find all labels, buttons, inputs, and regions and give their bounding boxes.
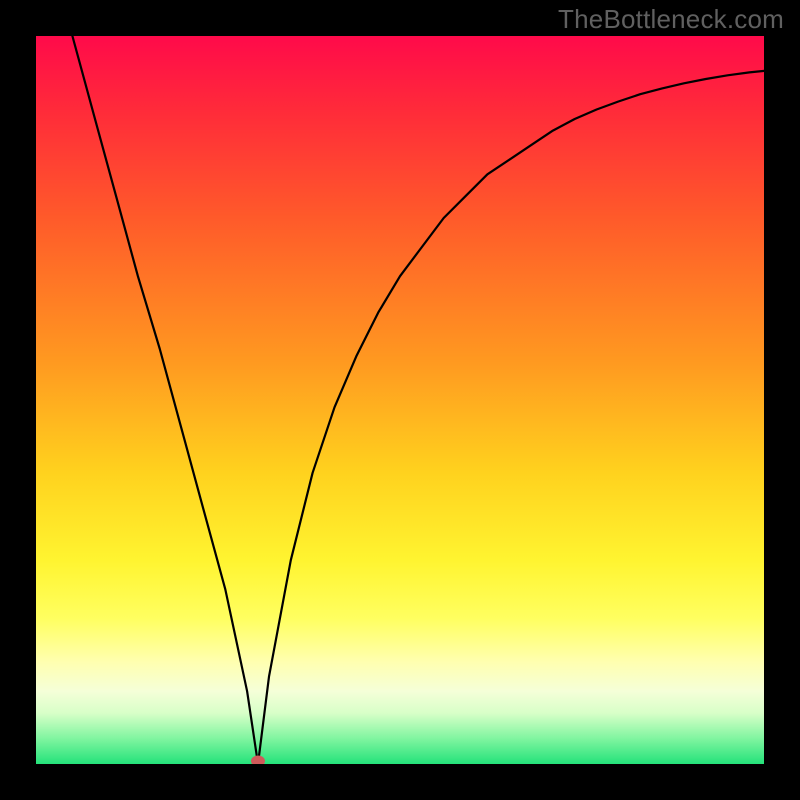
bottleneck-curve [72, 36, 764, 764]
curve-svg [36, 36, 764, 764]
plot-area [36, 36, 764, 764]
min-point-marker [251, 756, 265, 765]
watermark-text: TheBottleneck.com [558, 4, 784, 35]
chart-frame: TheBottleneck.com [0, 0, 800, 800]
